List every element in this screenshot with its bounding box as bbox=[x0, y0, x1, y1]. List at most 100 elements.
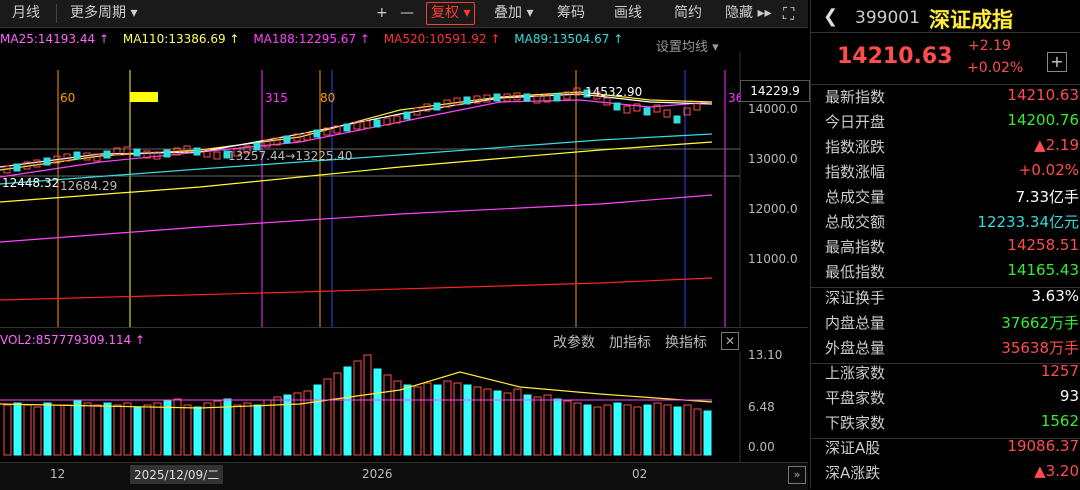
volume-bar bbox=[493, 390, 502, 456]
quote-row: 最新指数 14210.63 bbox=[825, 86, 1080, 111]
volume-bar bbox=[643, 404, 652, 456]
quote-row: 总成交量 7.33亿手 bbox=[825, 186, 1080, 211]
y-tick: 11000.0 bbox=[748, 252, 798, 266]
cycle-marker bbox=[130, 92, 158, 102]
quote-row-value: 93 bbox=[1059, 387, 1079, 405]
volume-bar bbox=[73, 400, 82, 456]
vol-y-tick: 13.10 bbox=[748, 348, 783, 362]
hide-button[interactable]: 隐藏 ▸▸ bbox=[725, 3, 772, 24]
y-tick: 13000.0 bbox=[748, 152, 798, 166]
quote-row-value: ▲2.19 bbox=[1034, 136, 1079, 154]
volume-bar bbox=[423, 382, 432, 456]
candle bbox=[553, 93, 561, 102]
vol-y-tick: 6.48 bbox=[748, 400, 775, 414]
scroll-right-icon[interactable]: » bbox=[788, 466, 806, 484]
volume-bar bbox=[243, 402, 252, 456]
volume-bar bbox=[63, 404, 72, 456]
close-icon[interactable]: ✕ bbox=[721, 332, 739, 350]
candle bbox=[533, 95, 541, 104]
row-divider bbox=[811, 438, 1080, 439]
volume-bar bbox=[193, 406, 202, 456]
volume-bar bbox=[403, 384, 412, 456]
x-label: 12 bbox=[50, 467, 66, 481]
candle bbox=[313, 129, 321, 138]
volume-bar bbox=[573, 402, 582, 456]
volume-bar bbox=[683, 404, 692, 456]
simple-mode-button[interactable]: 简约 bbox=[674, 3, 702, 24]
volume-bar bbox=[323, 378, 332, 456]
high-annotation: 14532.90 bbox=[585, 85, 642, 99]
quote-row-label: 深A涨跌 bbox=[825, 464, 881, 482]
fullscreen-icon[interactable]: ⛶ bbox=[783, 3, 794, 24]
left-annotation: 12684.29 bbox=[60, 179, 117, 193]
moving-average-legend: MA25:14193.44 ↑ MA110:13386.69 ↑ MA188:1… bbox=[0, 32, 740, 52]
draw-lines-button[interactable]: 画线 bbox=[614, 3, 642, 24]
quote-row-value: 12233.34亿元 bbox=[977, 213, 1079, 231]
chevron-left-icon[interactable]: ❮ bbox=[823, 6, 838, 27]
quote-row-label: 内盘总量 bbox=[825, 314, 886, 332]
candle bbox=[363, 120, 371, 129]
ma110-label: MA110:13386.69 ↑ bbox=[122, 32, 240, 46]
more-periods-dropdown[interactable]: 更多周期 ▾ bbox=[70, 3, 137, 24]
add-icon[interactable]: + bbox=[1047, 52, 1067, 72]
candle bbox=[103, 150, 111, 159]
zoom-out-button[interactable]: — bbox=[400, 3, 414, 24]
mid-annotation: 13257.44→13225.40 bbox=[228, 149, 353, 163]
volume-bar bbox=[593, 406, 602, 456]
candle bbox=[433, 102, 441, 111]
overlay-dropdown[interactable]: 叠加 ▾ bbox=[494, 3, 533, 24]
quote-row: 上涨家数 1257 bbox=[825, 362, 1080, 387]
candle bbox=[403, 111, 411, 120]
volume-bar bbox=[233, 404, 242, 456]
volume-bar bbox=[443, 380, 452, 456]
quote-row-value: ▲3.20 bbox=[1034, 462, 1079, 480]
x-label: 2026 bbox=[362, 467, 393, 481]
volume-bar bbox=[503, 392, 512, 456]
candle bbox=[643, 107, 651, 116]
quote-row-label: 外盘总量 bbox=[825, 339, 886, 357]
candle bbox=[623, 105, 631, 114]
volume-bar bbox=[673, 406, 682, 456]
candle bbox=[343, 123, 351, 132]
period-label: 60 bbox=[60, 91, 75, 105]
volume-bar bbox=[163, 400, 172, 456]
zoom-in-button[interactable]: + bbox=[376, 3, 388, 24]
volume-bar bbox=[333, 372, 342, 456]
volume-bar bbox=[663, 404, 672, 456]
quote-row-value: 14200.76 bbox=[1007, 111, 1079, 129]
period-label: 80 bbox=[320, 91, 335, 105]
quote-row-value: 3.63% bbox=[1031, 287, 1079, 305]
monthly-period-button[interactable]: 月线 bbox=[12, 3, 40, 24]
candle bbox=[193, 147, 201, 156]
volume-bar bbox=[3, 404, 12, 456]
volume-bar bbox=[433, 384, 442, 456]
low-annotation: 12448.32 bbox=[2, 176, 59, 190]
adjust-rights-dropdown[interactable]: 复权 ▾ bbox=[426, 2, 476, 25]
quote-row-value: 37662万手 bbox=[1001, 314, 1079, 332]
volume-bar bbox=[383, 374, 392, 456]
volume-bar bbox=[703, 410, 712, 456]
volume-bar bbox=[123, 402, 132, 456]
volume-bar bbox=[543, 394, 552, 456]
switch-indicator-button[interactable]: 换指标 bbox=[665, 332, 707, 352]
volume-bar bbox=[533, 396, 542, 456]
volume-bar bbox=[13, 402, 22, 456]
add-indicator-button[interactable]: 加指标 bbox=[609, 332, 651, 352]
volume-bar bbox=[523, 394, 532, 456]
price-chart[interactable]: 14532.90 12448.32 12684.29 13257.44→1322… bbox=[0, 52, 808, 327]
volume-bar bbox=[473, 386, 482, 456]
volume-bar bbox=[23, 404, 32, 456]
quote-row-label: 指数涨跌 bbox=[825, 138, 886, 156]
quote-row-value: 7.33亿手 bbox=[1015, 188, 1079, 206]
volume-bar bbox=[343, 366, 352, 456]
quote-row: 指数涨跌 ▲2.19 bbox=[825, 136, 1080, 161]
chips-button[interactable]: 筹码 bbox=[557, 3, 585, 24]
quote-row-label: 深证A股 bbox=[825, 439, 881, 457]
volume-chart[interactable] bbox=[0, 352, 808, 462]
quote-row-value: 14258.51 bbox=[1007, 236, 1079, 254]
row-divider bbox=[811, 363, 1080, 364]
edit-params-button[interactable]: 改参数 bbox=[553, 332, 595, 352]
volume-bar bbox=[653, 402, 662, 456]
candle bbox=[463, 96, 471, 105]
volume-bar bbox=[53, 404, 62, 456]
